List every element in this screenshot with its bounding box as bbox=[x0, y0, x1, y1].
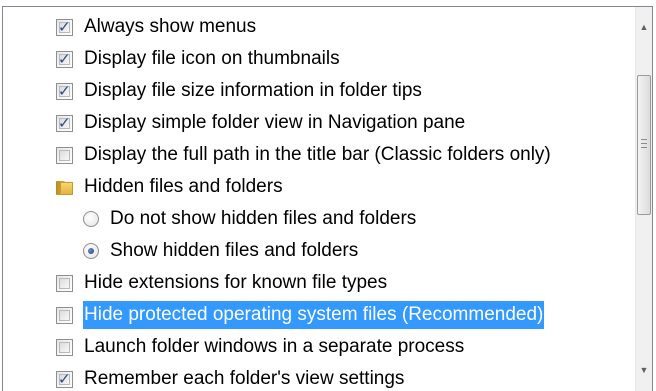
list-item[interactable]: Launch folder windows in a separate proc… bbox=[56, 333, 465, 361]
radio-button[interactable] bbox=[83, 243, 99, 259]
item-label: Do not show hidden files and folders bbox=[110, 208, 417, 229]
checkbox[interactable]: ✓ bbox=[56, 370, 73, 388]
item-label: Hide protected operating system files (R… bbox=[83, 301, 545, 329]
list-item[interactable]: Display the full path in the title bar (… bbox=[56, 141, 552, 169]
list-item[interactable]: Do not show hidden files and folders bbox=[83, 205, 417, 233]
list-item[interactable]: ✓ Display file icon on thumbnails bbox=[56, 45, 341, 73]
item-label: Show hidden files and folders bbox=[110, 240, 359, 261]
checkbox[interactable] bbox=[56, 274, 73, 292]
item-label: Always show menus bbox=[84, 16, 257, 37]
grip-icon bbox=[641, 139, 647, 148]
item-label: Display the full path in the title bar (… bbox=[84, 144, 551, 165]
checkmark-icon: ✓ bbox=[58, 114, 71, 132]
group-label: Hidden files and folders bbox=[84, 176, 283, 197]
scrollbar-thumb[interactable] bbox=[637, 75, 651, 215]
scroll-down-arrow-icon[interactable]: ▼ bbox=[636, 362, 652, 379]
list-group-header: Hidden files and folders bbox=[56, 173, 284, 201]
checkbox[interactable] bbox=[56, 306, 73, 324]
checkmark-icon: ✓ bbox=[58, 18, 71, 36]
scroll-up-arrow-icon[interactable]: ▲ bbox=[636, 19, 652, 36]
item-label: Display file icon on thumbnails bbox=[84, 48, 340, 69]
radio-selected-icon bbox=[88, 248, 94, 254]
checkmark-icon: ✓ bbox=[58, 82, 71, 100]
checkbox[interactable]: ✓ bbox=[56, 114, 73, 132]
radio-button[interactable] bbox=[83, 211, 99, 227]
item-label: Display simple folder view in Navigation… bbox=[84, 112, 466, 133]
checkmark-icon: ✓ bbox=[58, 50, 71, 68]
checkbox[interactable]: ✓ bbox=[56, 50, 73, 68]
checkbox[interactable]: ✓ bbox=[56, 82, 73, 100]
checkmark-icon: ✓ bbox=[58, 370, 71, 388]
item-label: Remember each folder's view settings bbox=[84, 368, 405, 389]
checkbox[interactable] bbox=[56, 146, 73, 164]
list-item[interactable]: Hide extensions for known file types bbox=[56, 269, 388, 297]
item-label: Hide extensions for known file types bbox=[84, 272, 388, 293]
vertical-scrollbar[interactable]: ▲ ▼ bbox=[635, 7, 652, 391]
item-label: Display file size information in folder … bbox=[84, 80, 422, 101]
advanced-settings-listbox[interactable]: ✓ Always show menus ✓ Display file icon … bbox=[2, 6, 653, 391]
list-item[interactable]: ✓ Remember each folder's view settings bbox=[56, 365, 405, 391]
list-item-selected[interactable]: Hide protected operating system files (R… bbox=[56, 301, 545, 329]
checkbox[interactable] bbox=[56, 338, 73, 356]
list-item[interactable]: ✓ Display file size information in folde… bbox=[56, 77, 423, 105]
checkbox[interactable]: ✓ bbox=[56, 18, 73, 36]
settings-list: ✓ Always show menus ✓ Display file icon … bbox=[3, 7, 635, 391]
folder-icon bbox=[56, 180, 73, 195]
list-item[interactable]: Show hidden files and folders bbox=[83, 237, 359, 265]
list-item[interactable]: ✓ Always show menus bbox=[56, 13, 257, 41]
item-label: Launch folder windows in a separate proc… bbox=[84, 336, 465, 357]
list-item[interactable]: ✓ Display simple folder view in Navigati… bbox=[56, 109, 466, 137]
